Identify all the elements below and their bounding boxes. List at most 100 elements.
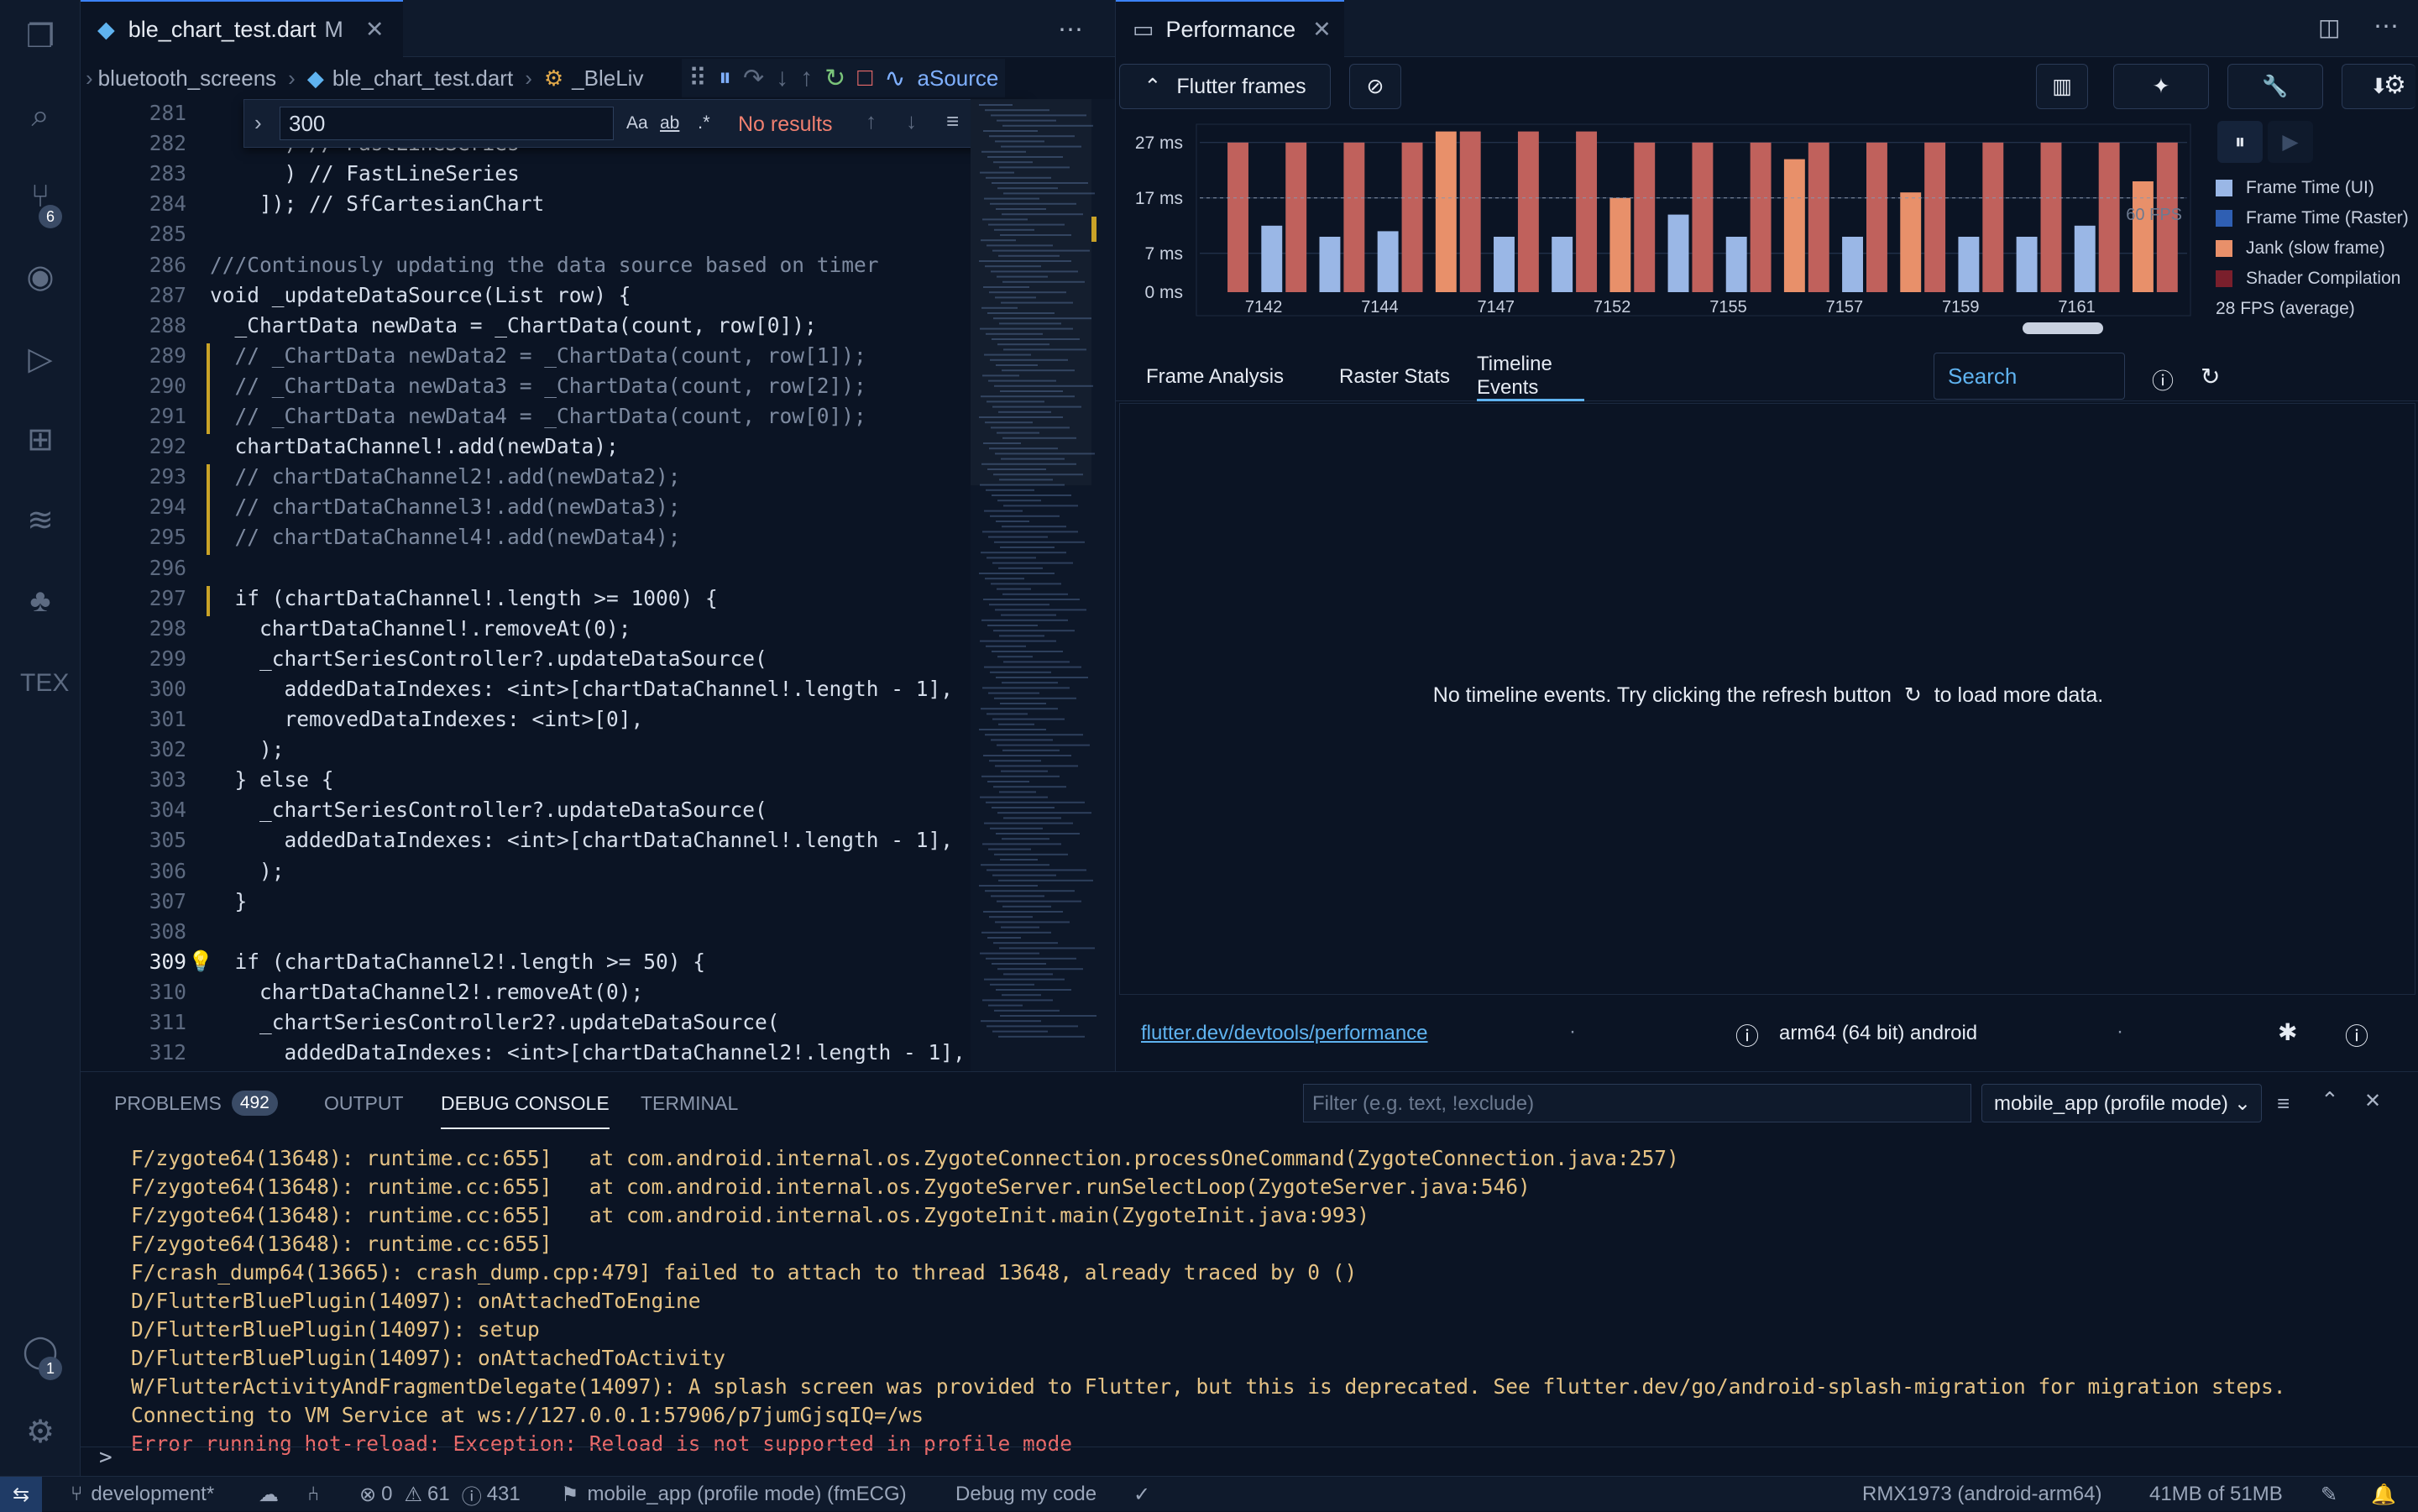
maximize-panel-icon[interactable]: ⌃: [2321, 1087, 2339, 1113]
split-editor-icon[interactable]: ◫: [2318, 13, 2340, 41]
minimap-line: [994, 697, 1076, 699]
console-prompt[interactable]: >: [99, 1445, 113, 1470]
breadcrumb-class[interactable]: _BleLiv: [572, 65, 643, 92]
settings-gear-icon[interactable]: ⚙: [2384, 71, 2406, 100]
session-select[interactable]: mobile_app (profile mode) ⌄: [1981, 1084, 2262, 1122]
run-debug-icon[interactable]: ▷: [20, 339, 60, 379]
problems-summary[interactable]: ⊗ 0 ⚠ 61 ⓘ 431: [359, 1477, 521, 1512]
tab-ble-chart-test[interactable]: ◆ ble_chart_test.dart M ✕: [81, 0, 403, 57]
tab-performance[interactable]: ▭ Performance ✕: [1116, 0, 1344, 57]
debug-console-output[interactable]: F/zygote64(13648): runtime.cc:655] at co…: [131, 1144, 2398, 1458]
clear-icon: ⊘: [1366, 75, 1384, 98]
debug-mode[interactable]: Debug my code: [955, 1477, 1096, 1512]
sync-icon[interactable]: ☁: [259, 1477, 279, 1512]
scm-badge: 6: [39, 205, 62, 228]
warning-count: 61: [427, 1483, 450, 1505]
account-badge: 1: [39, 1357, 62, 1380]
git-graph-icon[interactable]: ⑃: [307, 1477, 319, 1512]
pause-button[interactable]: ⏸: [2217, 121, 2263, 163]
flutter-frames-toggle[interactable]: ⌃ Flutter frames: [1119, 64, 1331, 109]
tab-terminal[interactable]: TERMINAL: [641, 1072, 738, 1134]
breadcrumb-file[interactable]: ble_chart_test.dart: [332, 65, 513, 92]
bar-chart-button[interactable]: ▥: [2036, 64, 2088, 109]
code-line: addedDataIndexes: <int>[chartDataChannel…: [210, 676, 954, 701]
console-line: Connecting to VM Service at ws://127.0.0…: [131, 1403, 924, 1427]
line-number: 286: [149, 252, 186, 277]
tab-raster-stats[interactable]: Raster Stats: [1339, 353, 1450, 401]
more-actions-icon[interactable]: ⋯: [2374, 12, 2399, 41]
refresh-icon[interactable]: ↻: [2201, 363, 2220, 390]
minimap-line: [984, 822, 1073, 824]
match-case-toggle[interactable]: Aa: [626, 113, 648, 133]
docs-link[interactable]: flutter.dev/devtools/performance: [1141, 1022, 1428, 1045]
tab-debug-console[interactable]: DEBUG CONSOLE: [441, 1079, 610, 1129]
next-match-icon[interactable]: ↓: [906, 108, 917, 134]
minimap-line: [993, 786, 1066, 788]
step-into-icon[interactable]: ↓: [776, 64, 788, 92]
help-icon[interactable]: ⓘ: [2345, 1018, 2368, 1052]
docker-icon[interactable]: ≋: [20, 500, 60, 541]
minimap-line: [981, 864, 1049, 866]
explorer-icon[interactable]: ❐: [20, 17, 60, 57]
step-over-icon[interactable]: ↷: [743, 64, 764, 93]
drag-handle-icon[interactable]: ⠿: [688, 64, 707, 93]
close-icon[interactable]: ✕: [1312, 17, 1332, 43]
stop-icon[interactable]: □: [857, 64, 872, 92]
restart-icon[interactable]: ↻: [824, 64, 845, 93]
code-line: // chartDataChannel4!.add(newData4);: [210, 525, 681, 550]
line-number: 293: [149, 464, 186, 489]
timeline-search-input[interactable]: Search: [1934, 353, 2125, 400]
tab-timeline-events[interactable]: Timeline Events: [1477, 353, 1584, 401]
branch-name: development*: [91, 1483, 215, 1505]
regex-toggle[interactable]: .*: [698, 112, 710, 133]
tex-icon[interactable]: TEX: [20, 663, 69, 704]
clear-console-icon[interactable]: ≡: [2277, 1091, 2290, 1117]
performance-icon[interactable]: ∿: [884, 64, 905, 93]
enhance-tracing-button[interactable]: ✦: [2113, 64, 2209, 109]
help-icon[interactable]: ⓘ: [2152, 364, 2174, 395]
close-icon[interactable]: ✕: [365, 17, 385, 43]
extensions-icon[interactable]: ⊞: [20, 420, 60, 460]
minimap-line: [980, 796, 1048, 798]
minimap-line: [987, 781, 1029, 782]
line-number: 302: [149, 737, 186, 762]
tab-frame-analysis[interactable]: Frame Analysis: [1146, 353, 1284, 401]
remote-indicator-icon[interactable]: ⇆: [0, 1477, 42, 1512]
toggle-replace-icon[interactable]: ›: [254, 110, 262, 136]
line-number: 304: [149, 798, 186, 823]
device-selector[interactable]: RMX1973 (android-arm64): [1862, 1477, 2101, 1512]
previous-match-icon[interactable]: ↑: [866, 108, 877, 134]
tab-problems[interactable]: PROBLEMS 492: [114, 1072, 278, 1134]
minimap-line: [979, 729, 1046, 730]
settings-gear-icon[interactable]: ⚙: [20, 1412, 60, 1452]
code-area[interactable]: 281282 ) // FastLineSeries283 ) // FastL…: [81, 99, 971, 1071]
resume-button[interactable]: ▶: [2268, 121, 2313, 163]
whole-word-toggle[interactable]: ab: [660, 113, 679, 133]
settings-tools-button[interactable]: 🔧: [2227, 64, 2323, 109]
minimap-line: [995, 921, 1070, 923]
clear-button[interactable]: ⊘: [1349, 64, 1401, 109]
step-out-icon[interactable]: ↑: [800, 64, 813, 92]
close-panel-icon[interactable]: ✕: [2364, 1089, 2381, 1113]
bug-report-icon[interactable]: ✱: [2278, 1018, 2297, 1046]
separator-dot: ·: [1569, 1020, 1576, 1043]
find-input[interactable]: [280, 107, 614, 140]
pause-icon[interactable]: ⏸: [719, 64, 731, 92]
lightbulb-icon[interactable]: 💡: [188, 950, 213, 973]
find-in-selection-icon[interactable]: ≡: [946, 108, 959, 134]
github-icon[interactable]: ◉: [20, 257, 60, 297]
breadcrumb-folder[interactable]: bluetooth_screens: [98, 65, 276, 92]
console-filter-input[interactable]: Filter (e.g. text, !exclude): [1303, 1084, 1971, 1122]
branch-item[interactable]: ⑂ development*: [71, 1477, 214, 1512]
minimap-line: [991, 895, 1044, 897]
feedback-icon[interactable]: ✎: [2321, 1477, 2337, 1512]
minimap-line: [989, 760, 1041, 762]
breadcrumb-method[interactable]: aSource: [918, 65, 999, 92]
code-line: if (chartDataChannel!.length >= 1000) {: [210, 585, 718, 610]
notifications-icon[interactable]: 🔔: [2371, 1477, 2396, 1512]
launch-config[interactable]: ⚑ mobile_app (profile mode) (fmECG): [561, 1477, 907, 1512]
search-icon[interactable]: ⌕: [20, 96, 60, 136]
more-actions-icon[interactable]: ⋯: [1058, 15, 1083, 44]
tab-output[interactable]: OUTPUT: [324, 1072, 404, 1134]
tree-icon[interactable]: ♣: [20, 581, 60, 621]
